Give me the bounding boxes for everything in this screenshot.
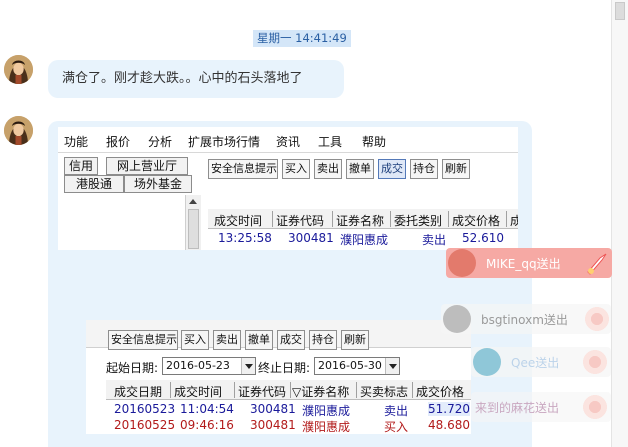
- cell-code: 300481: [250, 402, 296, 416]
- menu-tools[interactable]: 工具: [318, 133, 342, 150]
- holdings-button[interactable]: 持仓: [309, 330, 337, 350]
- flower-gift-icon: [581, 393, 609, 421]
- message-bubble: 满仓了。刚才趁大跌。。心中的石头落地了: [48, 60, 344, 98]
- gift-notice-text: MIKE_qq送出: [486, 257, 561, 271]
- deals-grid-header: 成交时间 证券代码 证券名称 委托类别 成交价格 成: [208, 209, 518, 229]
- cell-name: 濮阳惠成: [340, 233, 389, 247]
- cell-price: 52.610: [462, 231, 504, 245]
- table-row[interactable]: 13:25:58 300481 濮阳惠成 卖出 52.610: [208, 229, 518, 247]
- end-date-value: 2016-05-30: [318, 359, 382, 372]
- sender-avatar[interactable]: [4, 55, 33, 84]
- chat-scrollbar[interactable]: [611, 0, 628, 447]
- end-date-select[interactable]: 2016-05-30: [314, 357, 400, 375]
- trading-screenshot-bottom[interactable]: 安全信息提示 买入 卖出 撤单 成交 持仓 刷新 起始日期: 2016-05-2…: [86, 320, 471, 434]
- gift-avatar-icon: [448, 249, 476, 277]
- menu-news[interactable]: 资讯: [276, 133, 300, 150]
- col-buy-sell-flag[interactable]: 买卖标志: [360, 383, 408, 400]
- start-date-select[interactable]: 2016-05-23: [162, 357, 256, 375]
- cell-type: 卖出: [422, 233, 447, 247]
- cell-price: 51.720: [428, 402, 470, 416]
- flower-gift-icon: [583, 305, 611, 333]
- gift-notice-text: 来到的麻花送出: [475, 401, 560, 415]
- flower-gift-icon: [581, 348, 609, 376]
- scrollbar-thumb[interactable]: [188, 209, 199, 249]
- avatar-portrait-icon: [4, 116, 33, 145]
- col-security-name-sorted[interactable]: ▽证券名称: [292, 383, 349, 400]
- start-date-label: 起始日期:: [106, 361, 159, 375]
- rocket-gift-icon: [587, 253, 607, 275]
- left-tree-pane: [58, 195, 202, 250]
- gift-notice-text: Qee送出: [511, 356, 560, 370]
- cell-price: 48.680: [428, 418, 470, 432]
- refresh-button[interactable]: 刷新: [442, 159, 470, 179]
- sell-button[interactable]: 卖出: [213, 330, 241, 350]
- gift-notice-text: bsgtinoxm送出: [481, 313, 568, 327]
- tab-online-hall[interactable]: 网上营业厅: [106, 157, 188, 175]
- gift-notice: MIKE_qq送出: [446, 248, 612, 278]
- gift-notice: 来到的麻花送出: [471, 392, 611, 422]
- tab-credit[interactable]: 信用: [64, 157, 98, 175]
- col-deal-time[interactable]: 成交时间: [214, 212, 262, 229]
- col-deal-price[interactable]: 成交价格: [452, 212, 500, 229]
- gift-avatar-icon: [443, 305, 471, 333]
- message-text: 满仓了。刚才趁大跌。。心中的石头落地了: [62, 71, 303, 86]
- cell-time: 11:04:54: [180, 402, 234, 416]
- chevron-down-icon[interactable]: [241, 358, 255, 374]
- safety-info-button[interactable]: 安全信息提示: [108, 330, 178, 350]
- gift-avatar-icon: [473, 348, 501, 376]
- left-tabs: 信用 网上营业厅 港股通 场外基金: [58, 155, 206, 195]
- deals-button[interactable]: 成交: [277, 330, 305, 350]
- gift-notice: Qee送出: [471, 347, 611, 377]
- col-deal-time[interactable]: 成交时间: [174, 383, 222, 400]
- menu-extended-market[interactable]: 扩展市场行情: [188, 133, 260, 150]
- deals-button[interactable]: 成交: [378, 159, 406, 179]
- menu-quote[interactable]: 报价: [106, 133, 130, 150]
- safety-info-button[interactable]: 安全信息提示: [208, 159, 278, 179]
- gift-notice: bsgtinoxm送出: [441, 304, 611, 334]
- scrollbar-thumb[interactable]: [615, 2, 625, 20]
- history-grid-header: 成交日期 成交时间 证券代码 ▽证券名称 买卖标志 成交价格: [106, 380, 471, 400]
- sender-avatar[interactable]: [4, 116, 33, 145]
- sell-button[interactable]: 卖出: [314, 159, 342, 179]
- cancel-order-button[interactable]: 撤单: [346, 159, 374, 179]
- menu-analysis[interactable]: 分析: [148, 133, 172, 150]
- refresh-button[interactable]: 刷新: [341, 330, 369, 350]
- tab-hk-connect[interactable]: 港股通: [64, 175, 124, 193]
- table-row[interactable]: 20160525 09:46:16 300481 濮阳惠成 买入 48.680: [106, 416, 471, 434]
- left-pane-scrollbar[interactable]: [185, 195, 201, 250]
- chevron-down-icon[interactable]: [385, 358, 399, 374]
- cell-time: 09:46:16: [180, 418, 234, 432]
- col-deal-date[interactable]: 成交日期: [114, 383, 162, 400]
- trading-menubar: 功能 报价 分析 扩展市场行情 资讯 工具 帮助: [58, 127, 518, 153]
- menu-function[interactable]: 功能: [64, 133, 88, 150]
- cell-code: 300481: [250, 418, 296, 432]
- col-security-code[interactable]: 证券代码: [238, 383, 286, 400]
- menu-help[interactable]: 帮助: [362, 133, 386, 150]
- cell-flag: 买入: [384, 420, 409, 434]
- cell-code: 300481: [288, 231, 334, 245]
- buy-button[interactable]: 买入: [282, 159, 310, 179]
- holdings-button[interactable]: 持仓: [410, 159, 438, 179]
- end-date-label: 终止日期:: [258, 361, 311, 375]
- col-security-code[interactable]: 证券代码: [276, 212, 324, 229]
- col-security-name[interactable]: 证券名称: [336, 212, 384, 229]
- scroll-up-icon[interactable]: [189, 199, 197, 204]
- tab-otc-fund[interactable]: 场外基金: [124, 175, 192, 193]
- cell-time: 13:25:58: [218, 231, 272, 245]
- message-timestamp: 星期一 14:41:49: [253, 30, 351, 47]
- col-order-type[interactable]: 委托类别: [394, 212, 442, 229]
- buy-button[interactable]: 买入: [181, 330, 209, 350]
- trading-screenshot-top[interactable]: 功能 报价 分析 扩展市场行情 资讯 工具 帮助 信用 网上营业厅 港股通 场外…: [58, 127, 518, 250]
- cell-date: 20160525: [114, 418, 176, 432]
- col-truncated[interactable]: 成: [510, 212, 518, 229]
- col-deal-price[interactable]: 成交价格: [416, 383, 464, 400]
- cell-date: 20160523: [114, 402, 176, 416]
- start-date-value: 2016-05-23: [166, 359, 230, 372]
- cell-name: 濮阳惠成: [302, 420, 351, 434]
- cancel-order-button[interactable]: 撤单: [245, 330, 273, 350]
- avatar-portrait-icon: [4, 55, 33, 84]
